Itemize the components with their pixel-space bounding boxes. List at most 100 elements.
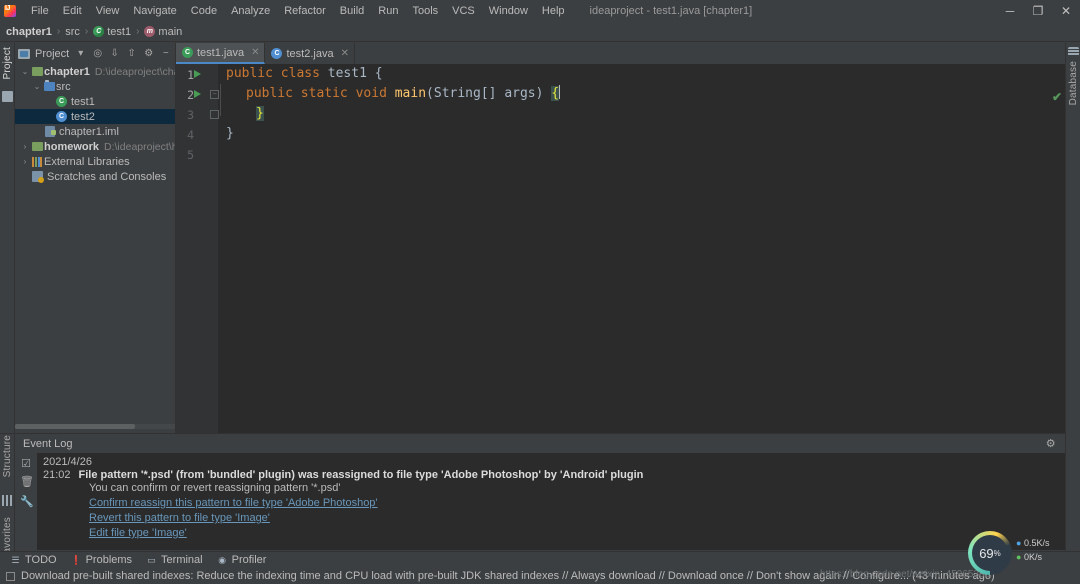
menu-item-code[interactable]: Code [184, 2, 224, 20]
menu-item-edit[interactable]: Edit [56, 2, 89, 20]
event-log-link-revert[interactable]: Revert this pattern to file type 'Image' [89, 512, 1080, 524]
tool-button-profiler[interactable]: ◉ Profiler [217, 554, 267, 566]
project-window-icon[interactable] [2, 91, 13, 102]
gear-icon[interactable]: ⚙ [141, 46, 156, 62]
editor-tab-label: test2.java [286, 48, 333, 60]
code-editor[interactable]: 1 2 3 4 5 − public class test1 { public … [176, 64, 1080, 433]
menu-item-vcs[interactable]: VCS [445, 2, 482, 20]
line-number: 2 [187, 88, 194, 102]
collapse-all-icon[interactable]: ⇧ [124, 46, 139, 62]
minimize-icon[interactable]: − [158, 46, 173, 62]
project-panel-title: Project [35, 48, 69, 60]
menu-item-help[interactable]: Help [535, 2, 572, 20]
menu-item-build[interactable]: Build [333, 2, 371, 20]
expand-all-icon[interactable]: ⇩ [107, 46, 122, 62]
event-log-side-toolbar: ☑ 🗑 🔧 [15, 453, 37, 550]
line-number: 1 [187, 68, 194, 82]
editor-tab-test2-java[interactable]: C test2.java ✕ [265, 43, 354, 64]
event-log-body: ☑ 🗑 🔧 2021/4/26 21:02 File pattern '*.ps… [15, 453, 1080, 550]
event-log-title: Event Log [23, 438, 73, 450]
network-speed-widget[interactable]: 69% ● 0.5K/s ● 0K/s [968, 531, 1080, 579]
project-tree[interactable]: ⌄ chapter1 D:\ideaproject\chapte ⌄ src C… [15, 64, 175, 414]
tree-item-external-libraries[interactable]: › External Libraries [15, 154, 175, 169]
tree-item-test1[interactable]: C test1 [15, 94, 175, 109]
right-strip-database-label[interactable]: Database [1068, 61, 1079, 105]
tool-button-todo[interactable]: ☰ TODO [10, 554, 57, 566]
gutter-run-icon[interactable] [194, 90, 201, 98]
maximize-window-button[interactable]: ❐ [1024, 0, 1052, 22]
tree-item-chapter1-iml[interactable]: chapter1.iml [15, 124, 175, 139]
checkbox-icon[interactable] [6, 572, 15, 581]
tree-expand-arrow[interactable]: › [19, 142, 31, 151]
menu-bar: File Edit View Navigate Code Analyze Ref… [24, 0, 572, 22]
settings-wrench-icon[interactable]: 🔧 [20, 495, 32, 507]
class-icon [93, 26, 104, 37]
event-log-link-confirm[interactable]: Confirm reassign this pattern to file ty… [89, 497, 1080, 509]
chevron-down-icon[interactable]: ▾ [73, 46, 88, 62]
left-strip-structure-label[interactable]: Structure [2, 435, 13, 477]
menu-item-analyze[interactable]: Analyze [224, 2, 277, 20]
delete-icon[interactable]: 🗑 [20, 475, 32, 487]
tree-item-scratches-and-consoles[interactable]: Scratches and Consoles [15, 169, 175, 184]
tree-expand-arrow[interactable]: ⌄ [31, 82, 43, 91]
minimize-window-button[interactable]: ─ [996, 0, 1024, 22]
cpu-usage-value: 69% [972, 535, 1008, 571]
tree-expand-arrow[interactable]: ⌄ [19, 67, 31, 76]
left-strip-project-label[interactable]: Project [2, 47, 13, 80]
mark-read-icon[interactable]: ☑ [20, 457, 32, 469]
editor-tab-bar: C test1.java ✕ C test2.java ✕ [176, 43, 1080, 64]
gear-icon[interactable]: ⚙ [1046, 437, 1056, 450]
upload-arrow-icon: ● [1016, 538, 1021, 548]
tree-label-chapter1-iml: chapter1.iml [59, 126, 119, 138]
tree-item-test2[interactable]: C test2 [15, 109, 175, 124]
terminal-icon: ▭ [146, 555, 157, 566]
menu-item-run[interactable]: Run [371, 2, 405, 20]
close-window-button[interactable]: ✕ [1052, 0, 1080, 22]
tree-item-src[interactable]: ⌄ src [15, 79, 175, 94]
inspection-ok-checkmark-icon[interactable]: ✔ [1052, 90, 1062, 104]
menu-item-navigate[interactable]: Navigate [126, 2, 183, 20]
breadcrumb-item-src[interactable]: src [65, 26, 80, 38]
code-line-2: public static void main(String[] args) { [246, 84, 560, 104]
editor-gutter[interactable]: 1 2 3 4 5 − [176, 64, 218, 433]
editor-tab-test1-java[interactable]: C test1.java ✕ [176, 43, 265, 64]
tree-expand-arrow[interactable]: › [19, 157, 31, 166]
tree-item-homework[interactable]: › homework D:\ideaproject\hom [15, 139, 175, 154]
menu-item-tools[interactable]: Tools [405, 2, 445, 20]
menu-item-window[interactable]: Window [482, 2, 535, 20]
code-line-3: } [256, 104, 264, 124]
menu-item-view[interactable]: View [89, 2, 127, 20]
event-log-link-edit[interactable]: Edit file type 'Image' [89, 527, 1080, 539]
project-horizontal-scrollbar[interactable] [15, 422, 175, 430]
gutter-run-icon[interactable] [194, 70, 201, 78]
tool-button-label: Profiler [232, 554, 267, 566]
menu-item-file[interactable]: File [24, 2, 56, 20]
close-icon[interactable]: ✕ [341, 48, 349, 59]
menu-item-refactor[interactable]: Refactor [277, 2, 333, 20]
breadcrumb-item-main[interactable]: main [144, 26, 182, 38]
code-text-area[interactable]: public class test1 { public static void … [218, 64, 1080, 433]
tree-label-homework: homework [44, 141, 99, 153]
indent-guide [220, 84, 221, 116]
tool-button-label: Problems [86, 554, 132, 566]
intellij-idea-logo-icon [0, 0, 20, 22]
cpu-percent-unit: % [994, 549, 1001, 558]
tool-button-terminal[interactable]: ▭ Terminal [146, 554, 203, 566]
todo-list-icon: ☰ [10, 555, 21, 566]
tree-label-scratches: Scratches and Consoles [47, 171, 166, 183]
code-line-4: } [226, 124, 234, 144]
structure-icon[interactable] [2, 495, 13, 506]
tool-button-problems[interactable]: ❗ Problems [71, 554, 132, 566]
breadcrumb-item-test1[interactable]: test1 [93, 26, 131, 38]
tree-path-chapter1: D:\ideaproject\chapte [95, 66, 175, 78]
database-icon[interactable] [1068, 47, 1079, 56]
close-icon[interactable]: ✕ [251, 47, 259, 58]
breadcrumb-separator: › [136, 26, 139, 37]
token-brace-close: } [226, 126, 234, 141]
breadcrumb-item-chapter1[interactable]: chapter1 [6, 26, 52, 38]
cpu-usage-ring: 69% [968, 531, 1012, 575]
tree-item-chapter1[interactable]: ⌄ chapter1 D:\ideaproject\chapte [15, 64, 175, 79]
locate-target-icon[interactable]: ◎ [90, 46, 105, 62]
event-log-message: File pattern '*.psd' (from 'bundled' plu… [79, 469, 644, 481]
scrollbar-thumb[interactable] [15, 424, 135, 429]
